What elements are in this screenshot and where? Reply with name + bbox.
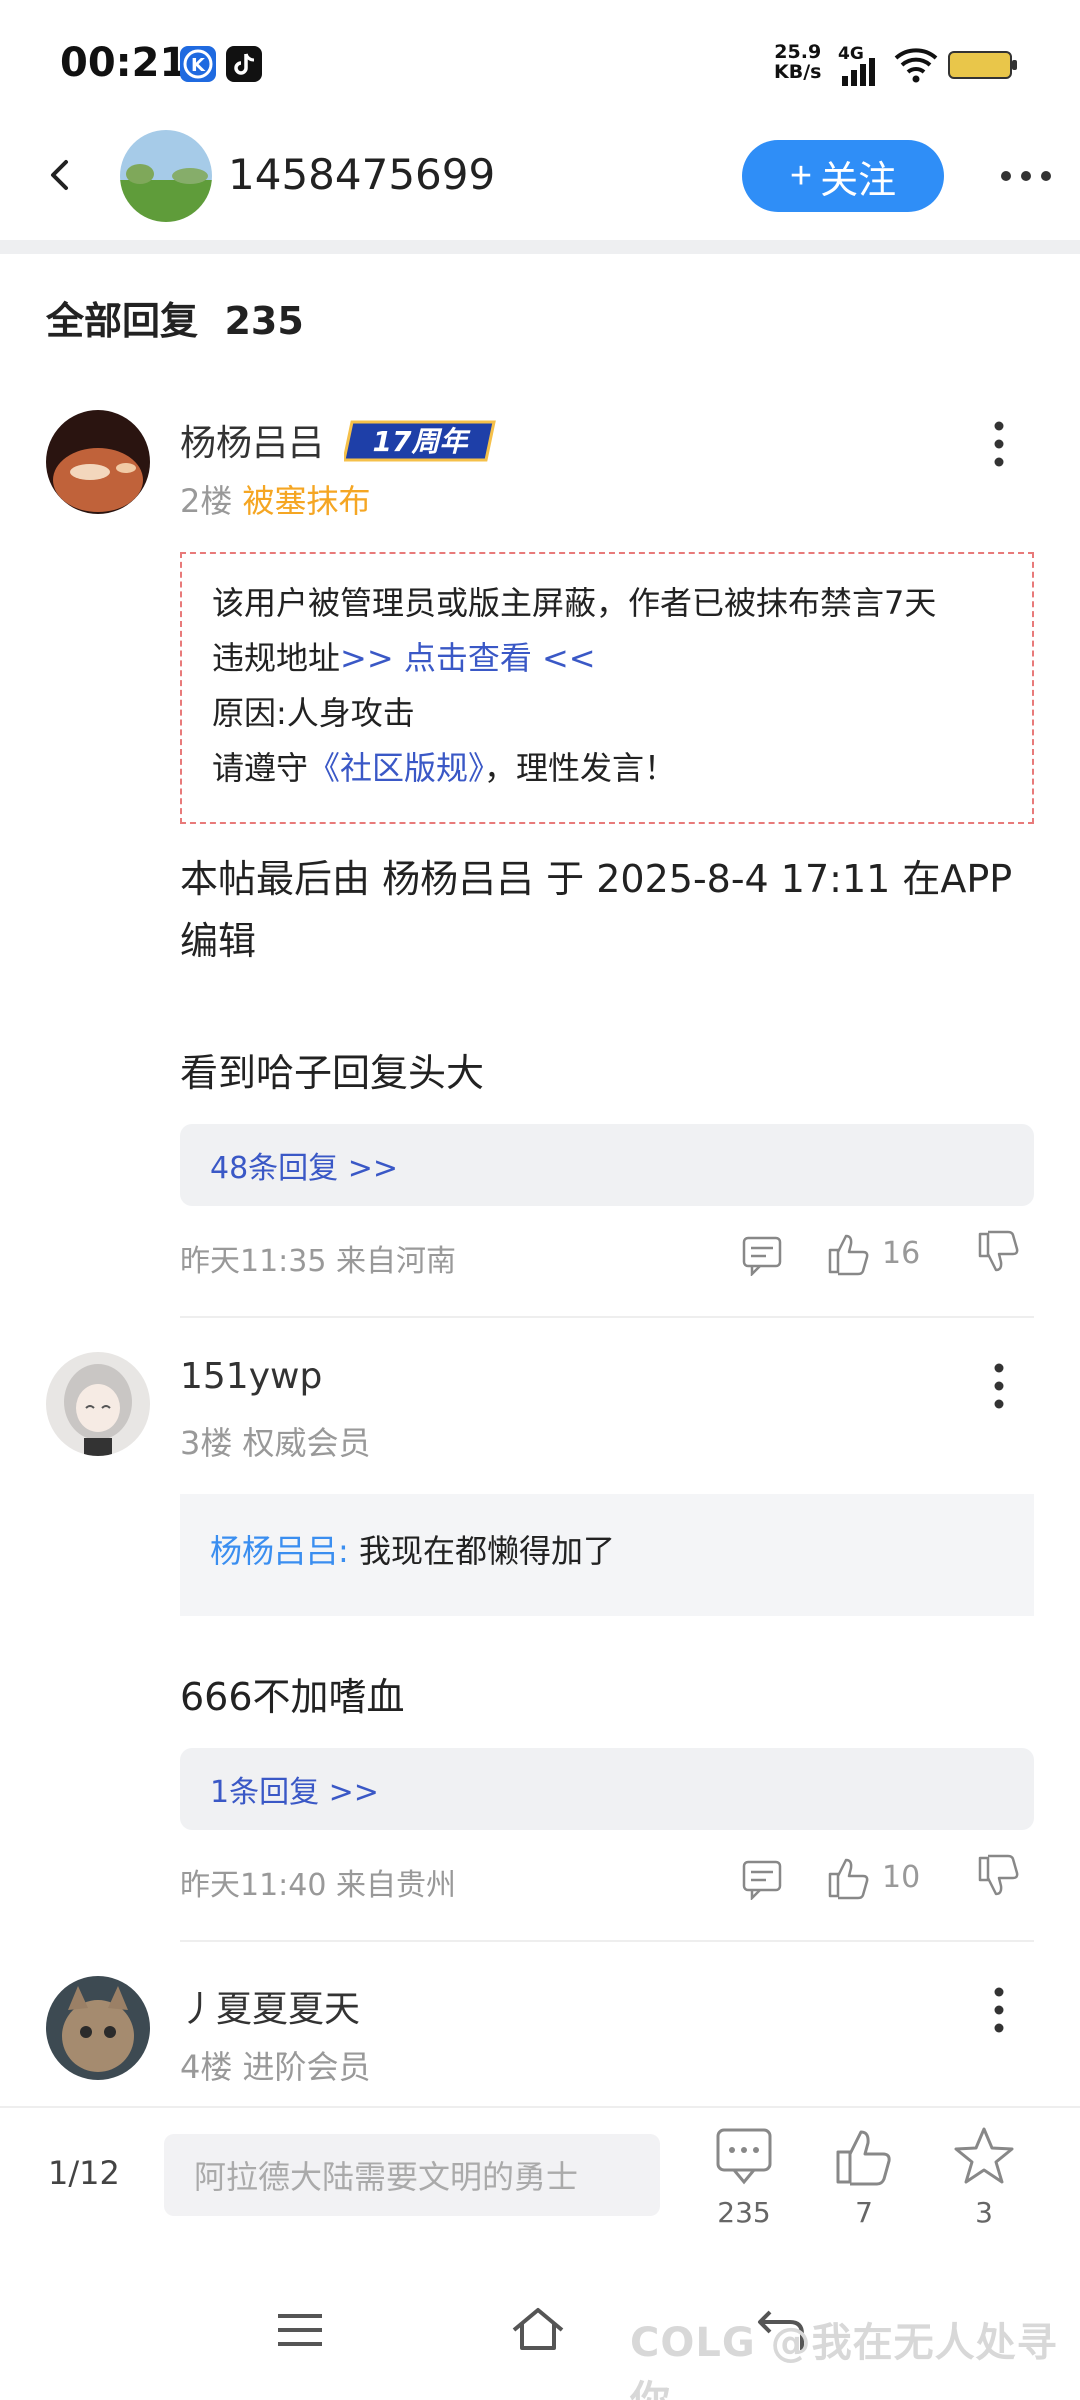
home-icon[interactable] (508, 2300, 568, 2360)
post-floor: 3楼 权威会员 (180, 1424, 371, 1462)
dislike-icon[interactable] (976, 1854, 1022, 1904)
post-content: 666不加嗜血 (180, 1675, 405, 1719)
app-k-icon: K (180, 46, 216, 82)
post-menu-icon[interactable] (984, 1360, 1014, 1412)
avatar[interactable] (46, 1976, 150, 2080)
comment-input[interactable]: 阿拉德大陆需要文明的勇士 (164, 2134, 660, 2216)
dislike-icon[interactable] (976, 1230, 1022, 1280)
all-replies-heading: 全部回复 235 (46, 299, 304, 343)
avatar[interactable] (46, 1352, 150, 1456)
status-bar: 00:21 K 25.9 KB/s 4G (0, 0, 1080, 130)
post-author-name[interactable]: 丿夏夏夏天 (180, 1980, 360, 2032)
likes-count: 7 (855, 2196, 873, 2229)
quoted-reply: 杨杨吕吕: 我现在都懒得加了 (180, 1494, 1034, 1616)
menu-icon[interactable] (270, 2300, 330, 2360)
page-indicator[interactable]: 1/12 (48, 2154, 120, 2192)
post-divider (180, 1316, 1034, 1318)
comments-icon[interactable] (712, 2124, 776, 2188)
comment-icon[interactable] (740, 1856, 784, 1904)
like-icon[interactable] (826, 1854, 872, 1904)
quoted-user[interactable]: 杨杨吕吕: (210, 1532, 349, 1570)
post-menu-icon[interactable] (984, 1984, 1014, 2036)
ban-notice: 该用户被管理员或版主屏蔽，作者已被抹布禁言7天 违规地址>> 点击查看 << 原… (180, 552, 1034, 824)
rules-link[interactable]: 《社区版规》 (308, 749, 484, 787)
follow-button[interactable]: + 关注 (742, 140, 944, 212)
status-time: 00:21 (60, 40, 188, 86)
anniversary-badge: 17周年 (342, 416, 502, 466)
svg-text:17周年: 17周年 (373, 425, 472, 458)
author-avatar[interactable] (120, 130, 212, 222)
post-meta: 昨天11:35 来自河南 (180, 1244, 456, 1279)
star-icon[interactable] (952, 2124, 1016, 2188)
wifi-icon (893, 44, 939, 88)
comment-icon[interactable] (740, 1232, 784, 1280)
watermark: COLG @我在无人处寻你 (630, 2320, 1058, 2400)
like-icon[interactable] (832, 2124, 896, 2188)
notice-rules-line: 请遵守《社区版规》，理性发言！ (212, 749, 677, 787)
post-divider (180, 1940, 1034, 1942)
replies-link[interactable]: 1条回复 >> (180, 1748, 1034, 1830)
more-options-icon[interactable] (1000, 166, 1052, 186)
net-speed: 25.9 KB/s (774, 41, 822, 83)
avatar[interactable] (46, 410, 150, 514)
header-divider (0, 240, 1080, 254)
back-icon[interactable] (36, 150, 86, 200)
signal-icon (840, 58, 878, 90)
svg-text:K: K (191, 55, 206, 76)
replies-link[interactable]: 48条回复 >> (180, 1124, 1034, 1206)
notice-line: 该用户被管理员或版主屏蔽，作者已被抹布禁言7天 (212, 584, 937, 622)
battery-icon (948, 50, 1018, 84)
like-icon[interactable] (826, 1230, 872, 1280)
tiktok-icon (226, 46, 262, 82)
like-count: 10 (882, 1860, 921, 1895)
post-floor: 4楼 进阶会员 (180, 2048, 371, 2086)
post-author-name[interactable]: 151ywp (180, 1356, 322, 1397)
post-menu-icon[interactable] (984, 418, 1014, 470)
author-username[interactable]: 1458475699 (228, 150, 495, 199)
like-count: 16 (882, 1236, 921, 1271)
edit-note: 本帖最后由 杨杨吕吕 于 2025-8-4 17:11 在APP编辑 (180, 857, 1013, 963)
post-author-name[interactable]: 杨杨吕吕 (180, 414, 324, 466)
post-content: 看到哈子回复头大 (180, 1051, 485, 1095)
notice-reason: 原因:人身攻击 (212, 694, 415, 732)
post-floor: 2楼 被塞抹布 (180, 482, 371, 520)
notice-link-line: 违规地址>> 点击查看 << (212, 639, 596, 677)
stars-count: 3 (975, 2196, 993, 2229)
comments-count: 235 (717, 2196, 771, 2229)
post-meta: 昨天11:40 来自贵州 (180, 1868, 456, 1903)
violation-link[interactable]: >> 点击查看 << (340, 639, 596, 677)
